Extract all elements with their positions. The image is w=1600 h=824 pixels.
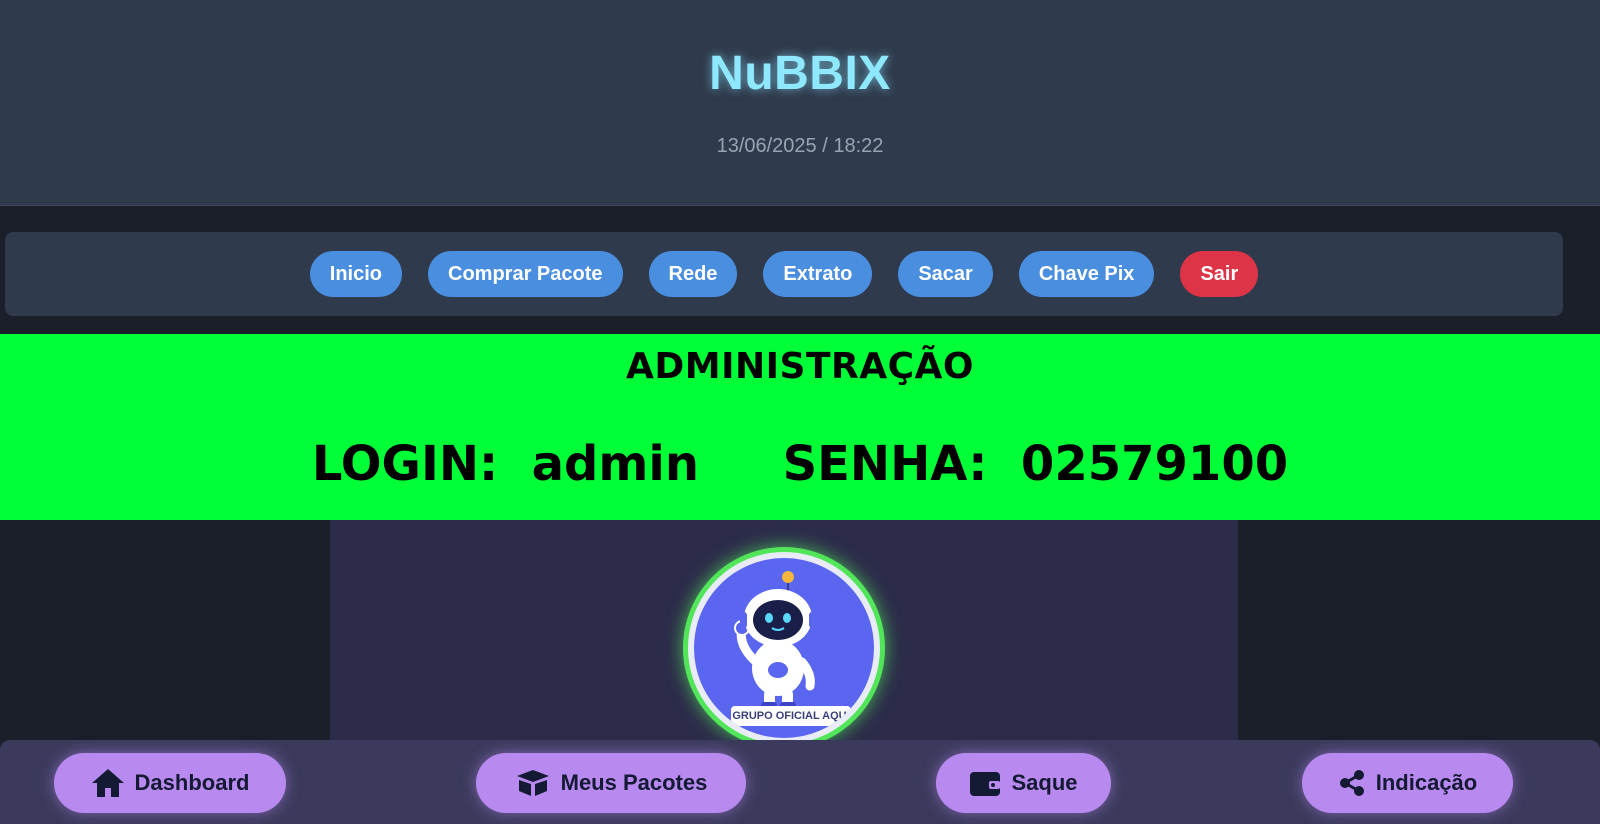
login-value: admin xyxy=(531,436,699,492)
wallet-icon xyxy=(970,772,1001,796)
bottom-navbar: Dashboard Meus Pacotes Saque Indicação xyxy=(0,740,1600,824)
share-icon xyxy=(1339,770,1364,796)
bottom-nav-label: Dashboard xyxy=(134,770,250,795)
bottom-nav-meus-pacotes[interactable]: Meus Pacotes xyxy=(476,753,746,813)
bottom-nav-dashboard[interactable]: Dashboard xyxy=(54,753,286,813)
password-label: SENHA: xyxy=(782,436,988,492)
admin-credentials-banner: ADMINISTRAÇÃO LOGIN: admin SENHA: 025791… xyxy=(0,334,1600,520)
brand-title: NuBBIX xyxy=(709,47,891,100)
credentials-line: LOGIN: admin SENHA: 02579100 xyxy=(0,436,1600,492)
password-value: 02579100 xyxy=(1020,436,1289,492)
nav-button-inicio[interactable]: Inicio xyxy=(309,251,402,297)
top-navbar: Inicio Comprar Pacote Rede Extrato Sacar… xyxy=(5,232,1563,316)
bottom-nav-label: Saque xyxy=(1011,770,1078,795)
nav-button-sacar[interactable]: Sacar xyxy=(898,251,993,297)
avatar-caption: GRUPO OFICIAL AQUI xyxy=(731,706,851,726)
nav-button-extrato[interactable]: Extrato xyxy=(763,251,873,297)
bottom-nav-label: Indicação xyxy=(1375,770,1478,795)
bottom-nav-indicacao[interactable]: Indicação xyxy=(1302,753,1513,813)
banner-title: ADMINISTRAÇÃO xyxy=(626,346,974,387)
app-header: NuBBIX 13/06/2025 / 18:22 xyxy=(0,0,1600,206)
logout-button[interactable]: Sair xyxy=(1180,251,1259,297)
bottom-nav-label: Meus Pacotes xyxy=(560,770,708,795)
home-icon xyxy=(91,769,124,797)
avatar-border: GRUPO OFICIAL AQUI xyxy=(688,552,880,744)
login-label: LOGIN: xyxy=(311,436,499,492)
box-icon xyxy=(516,770,549,796)
official-group-avatar[interactable]: GRUPO OFICIAL AQUI xyxy=(683,547,885,749)
avatar-background: GRUPO OFICIAL AQUI xyxy=(694,558,874,738)
bottom-nav-saque[interactable]: Saque xyxy=(936,753,1111,813)
nav-button-rede[interactable]: Rede xyxy=(648,251,738,297)
datetime-display: 13/06/2025 / 18:22 xyxy=(716,135,884,157)
nav-button-comprar-pacote[interactable]: Comprar Pacote xyxy=(428,251,623,297)
nav-button-chave-pix[interactable]: Chave Pix xyxy=(1018,251,1155,297)
